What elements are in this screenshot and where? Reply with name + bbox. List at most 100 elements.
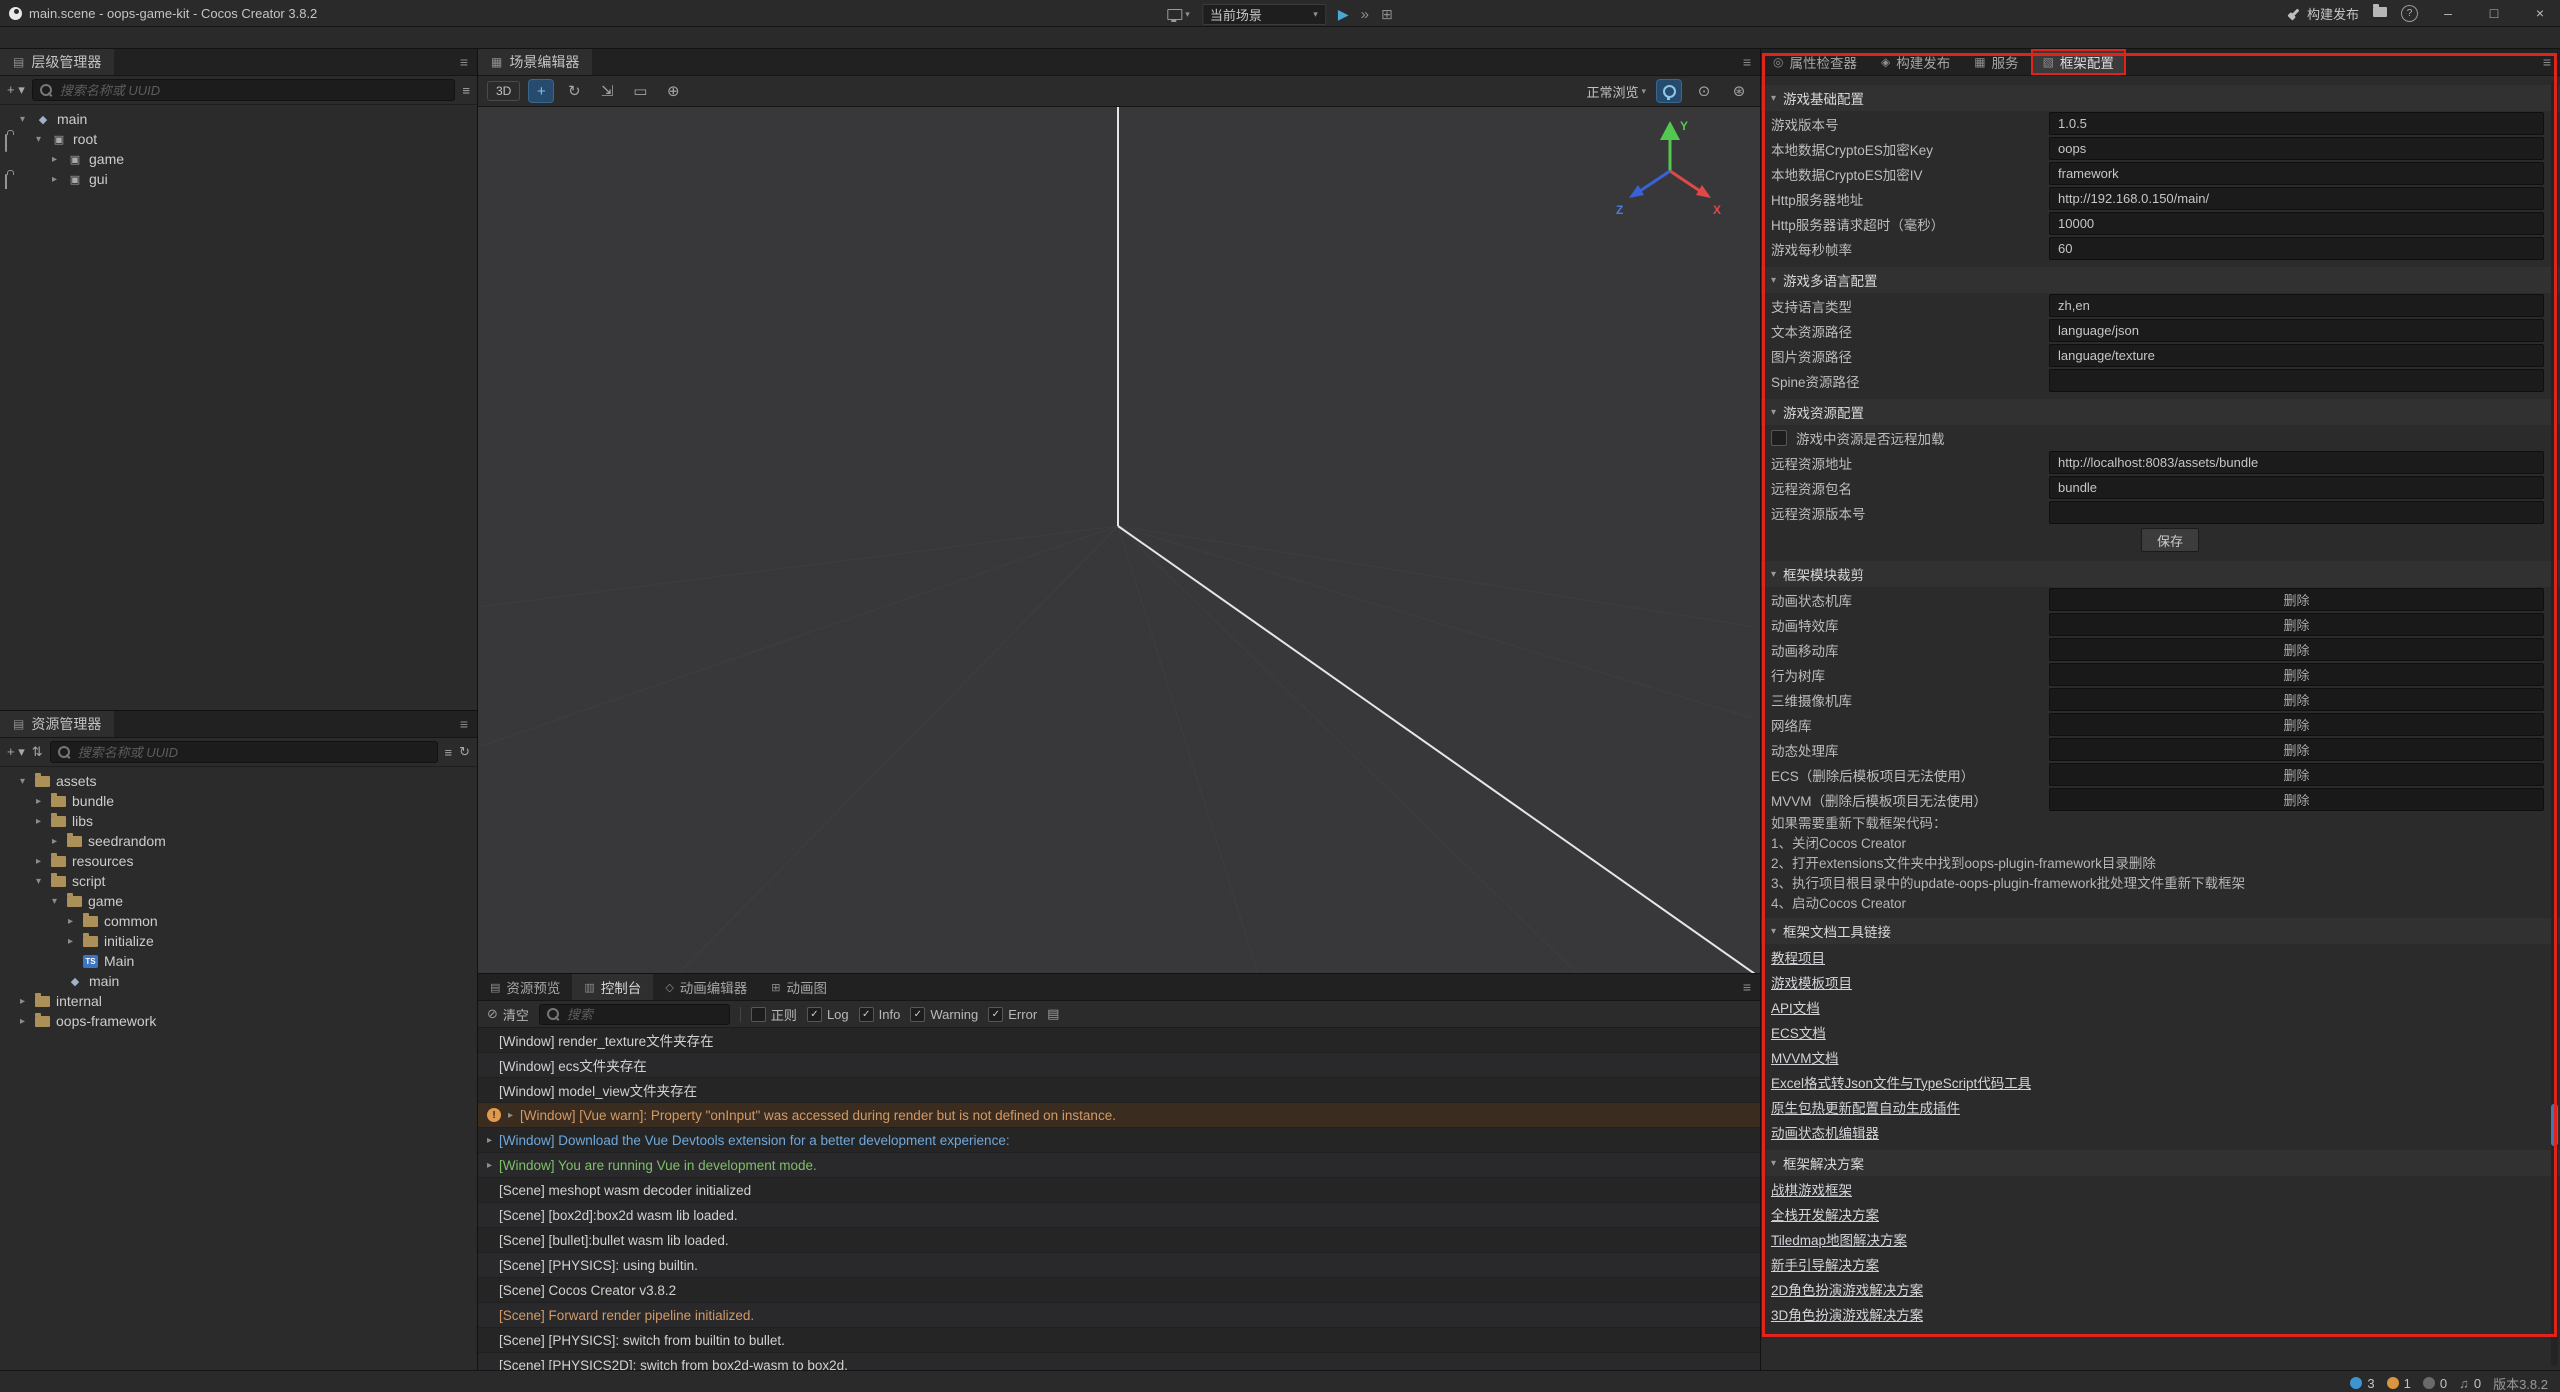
lock-icon[interactable] — [5, 175, 7, 189]
row-button[interactable]: 删除 — [2049, 738, 2544, 761]
gizmo-settings-icon[interactable]: ⊛ — [1727, 80, 1751, 102]
inspector-row[interactable]: 框架文档工具链接 — [1761, 918, 2560, 944]
row-button[interactable]: 删除 — [2049, 788, 2544, 811]
row-value-input[interactable]: http://localhost:8083/assets/bundle — [2049, 451, 2544, 474]
asset-node[interactable]: script — [0, 871, 477, 891]
panel-menu-icon[interactable]: ≡ — [460, 716, 477, 732]
asset-node[interactable]: resources — [0, 851, 477, 871]
console-log-row[interactable]: ! ▸ [Window] Download the Vue Devtools e… — [478, 1128, 1760, 1153]
inspector-row[interactable]: 远程资源版本号 — [1761, 500, 2560, 525]
console-tab[interactable]: ▥控制台 — [572, 974, 653, 1000]
row-value-input[interactable]: 1.0.5 — [2049, 112, 2544, 135]
asset-node[interactable]: initialize — [0, 931, 477, 951]
console-log-row[interactable]: ! ▸ [Window] [Vue warn]: Property "onInp… — [478, 1103, 1760, 1128]
warning-count-badge[interactable]: 1 — [2387, 1376, 2411, 1391]
console-log-row[interactable]: ! ▸ [Window] model_view文件夹存在 — [478, 1078, 1760, 1103]
inspector-row[interactable]: 战棋游戏框架 — [1761, 1176, 2560, 1201]
console-log-row[interactable]: ! ▸ [Scene] [PHYSICS]: switch from built… — [478, 1328, 1760, 1353]
maximize-button[interactable]: □ — [2478, 0, 2510, 26]
inspector-tab[interactable]: ▦服务 — [1962, 49, 2030, 75]
clear-console-button[interactable]: ⊘清空 — [487, 1005, 529, 1024]
inspector-row[interactable]: MVVM（删除后模板项目无法使用） 删除 — [1761, 787, 2560, 812]
inspector-row[interactable]: 游戏模板项目 — [1761, 969, 2560, 994]
console-tab[interactable]: ⊞动画图 — [759, 974, 839, 1000]
scene-viewport[interactable]: Y X Z — [478, 107, 1760, 973]
console-tab[interactable]: ◇动画编辑器 — [653, 974, 759, 1000]
expand-arrow-icon[interactable] — [36, 876, 51, 887]
inspector-row[interactable]: 动画状态机编辑器 — [1761, 1119, 2560, 1144]
anchor-tool-icon[interactable]: ⊕ — [661, 80, 685, 102]
row-button[interactable]: 删除 — [2049, 613, 2544, 636]
inspector-row[interactable]: 游戏多语言配置 — [1761, 267, 2560, 293]
row-value-input[interactable]: oops — [2049, 137, 2544, 160]
asset-node[interactable]: seedrandom — [0, 831, 477, 851]
help-icon[interactable]: ? — [2401, 5, 2418, 22]
console-filter-checkbox[interactable]: Log — [807, 1007, 849, 1022]
inspector-row[interactable]: 如果需要重新下载框架代码： — [1761, 812, 2560, 832]
close-button[interactable]: × — [2524, 0, 2556, 26]
error-count-badge[interactable]: 0 — [2423, 1376, 2447, 1391]
row-button[interactable]: 保存 — [2141, 528, 2199, 552]
inspector-row[interactable]: 全栈开发解决方案 — [1761, 1201, 2560, 1226]
inspector-row[interactable]: 网络库 删除 — [1761, 712, 2560, 737]
console-tab[interactable]: ▤资源预览 — [478, 974, 572, 1000]
inspector-row[interactable]: 2、打开extensions文件夹中找到oops-plugin-framewor… — [1761, 852, 2560, 872]
inspector-row[interactable]: 原生包热更新配置自动生成插件 — [1761, 1094, 2560, 1119]
inspector-row[interactable]: Excel格式转Json文件与TypeScript代码工具 — [1761, 1069, 2560, 1094]
console-log-row[interactable]: ! ▸ [Scene] [bullet]:bullet wasm lib loa… — [478, 1228, 1760, 1253]
create-node-button[interactable]: + ▾ — [7, 82, 25, 98]
asset-node[interactable]: oops-framework — [0, 1011, 477, 1031]
inspector-row[interactable]: 支持语言类型 zh,en — [1761, 293, 2560, 318]
build-publish-button[interactable]: 构建发布 — [2289, 4, 2359, 23]
section-collapse-icon[interactable] — [1771, 93, 1776, 104]
inspector-row[interactable]: 3D角色扮演游戏解决方案 — [1761, 1301, 2560, 1326]
console-log-row[interactable]: ! ▸ [Scene] [PHYSICS]: using builtin. — [478, 1253, 1760, 1278]
row-value-input[interactable]: language/json — [2049, 319, 2544, 342]
scene-select-dropdown[interactable]: 当前场景▾ — [1202, 4, 1326, 25]
inspector-row[interactable]: 三维摄像机库 删除 — [1761, 687, 2560, 712]
hierarchy-node[interactable]: root — [0, 129, 477, 149]
remote-load-checkbox[interactable] — [1771, 430, 1787, 446]
expand-arrow-icon[interactable] — [36, 796, 51, 807]
row-value-input[interactable]: bundle — [2049, 476, 2544, 499]
scrollbar-track[interactable] — [2551, 80, 2558, 1366]
play-button[interactable]: ▶ — [1338, 6, 1349, 23]
inspector-row[interactable]: 教程项目 — [1761, 944, 2560, 969]
inspector-row[interactable]: 4、启动Cocos Creator — [1761, 892, 2560, 912]
console-filter-checkbox[interactable]: Warning — [910, 1007, 978, 1022]
view-mode-dropdown[interactable]: 正常浏览▾ — [1586, 82, 1646, 101]
hierarchy-search-input[interactable] — [58, 82, 448, 99]
camera-settings-icon[interactable]: ⊙ — [1692, 80, 1716, 102]
expand-arrow-icon[interactable] — [20, 114, 35, 125]
console-filter-checkbox[interactable]: Error — [988, 1007, 1037, 1022]
inspector-row[interactable]: 框架解决方案 — [1761, 1150, 2560, 1176]
expand-arrow-icon[interactable]: ▸ — [487, 1160, 492, 1171]
inspector-row[interactable]: Http服务器地址 http://192.168.0.150/main/ — [1761, 186, 2560, 211]
hierarchy-node[interactable]: gui — [0, 169, 477, 189]
panel-menu-icon[interactable]: ≡ — [1743, 54, 1760, 70]
expand-arrow-icon[interactable] — [68, 916, 83, 927]
inspector-row[interactable]: 动画特效库 删除 — [1761, 612, 2560, 637]
console-log-row[interactable]: ! ▸ [Scene] Forward render pipeline init… — [478, 1303, 1760, 1328]
section-collapse-icon[interactable] — [1771, 275, 1776, 286]
expand-arrow-icon[interactable] — [36, 816, 51, 827]
section-collapse-icon[interactable] — [1771, 569, 1776, 580]
expand-arrow-icon[interactable]: ▸ — [508, 1110, 513, 1121]
inspector-tab[interactable]: ◈构建发布 — [1869, 49, 1962, 75]
inspector-row[interactable]: 本地数据CryptoES加密IV framework — [1761, 161, 2560, 186]
row-button[interactable]: 删除 — [2049, 663, 2544, 686]
console-log-row[interactable]: ! ▸ [Scene] [PHYSICS2D]: switch from box… — [478, 1353, 1760, 1370]
inspector-row[interactable]: ECS文档 — [1761, 1019, 2560, 1044]
inspector-row[interactable]: 1、关闭Cocos Creator — [1761, 832, 2560, 852]
row-button[interactable]: 删除 — [2049, 688, 2544, 711]
preview-window-icon[interactable]: ⊞ — [1381, 6, 1393, 23]
inspector-row[interactable]: 动画移动库 删除 — [1761, 637, 2560, 662]
section-collapse-icon[interactable] — [1771, 407, 1776, 418]
row-value-input[interactable]: language/texture — [2049, 344, 2544, 367]
assets-search-input[interactable] — [76, 744, 430, 761]
console-filter-checkbox[interactable]: 正则 — [751, 1005, 797, 1024]
rotate-tool-icon[interactable]: ↻ — [562, 80, 586, 102]
refresh-icon[interactable]: ↻ — [459, 744, 470, 760]
expand-arrow-icon[interactable]: ▸ — [487, 1135, 492, 1146]
row-button[interactable]: 删除 — [2049, 763, 2544, 786]
